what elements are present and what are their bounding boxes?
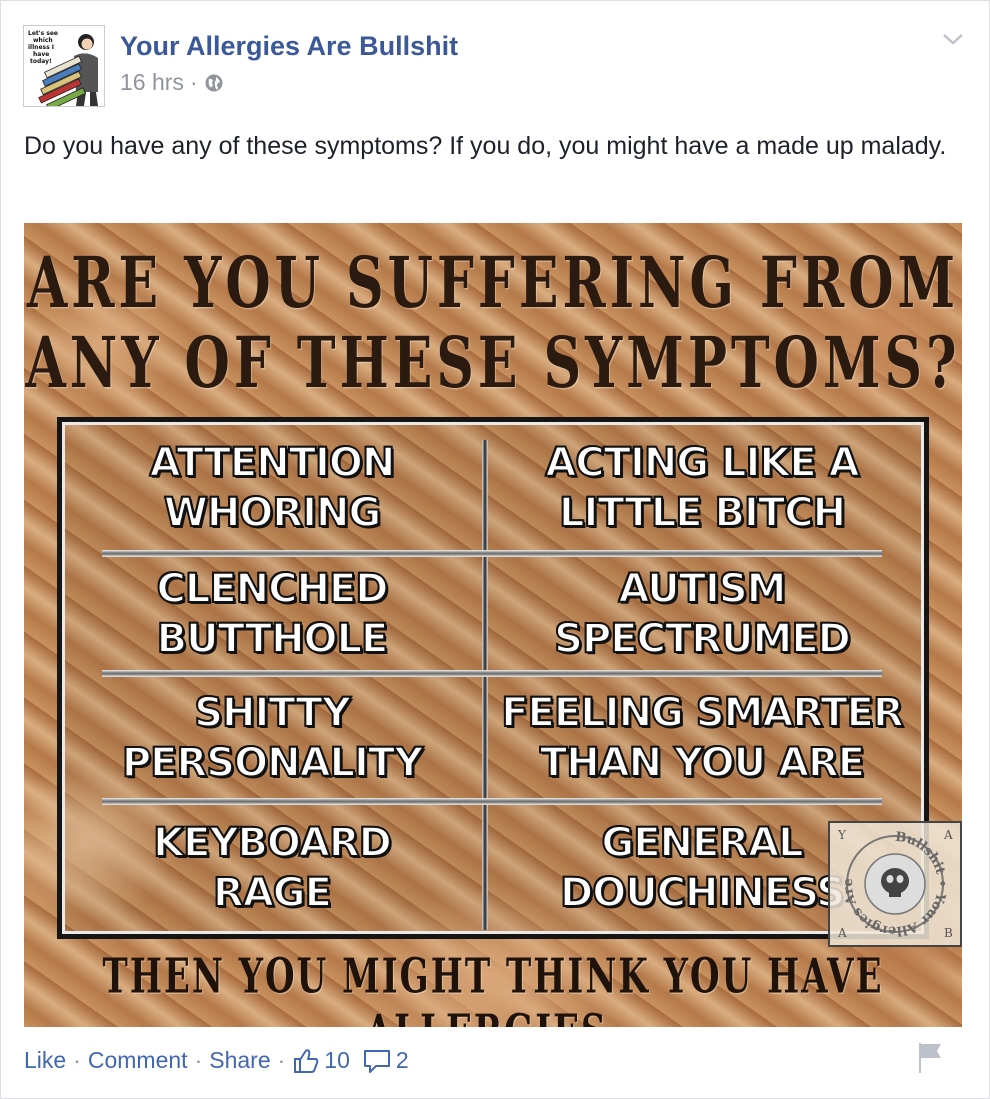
meme-headline-line1: ARE YOU SUFFERING FROM [26,242,960,325]
news-feed-post: Let's see which illness I have today! Yo… [0,0,990,1099]
post-message: Do you have any of these symptoms? If yo… [24,132,947,160]
symptom-cell: AUTISM SPECTRUMED [553,565,852,663]
avatar-caption-5: today! [30,58,52,65]
action-separator: · [194,1047,203,1073]
comment-count[interactable]: 2 [396,1047,409,1074]
like-link[interactable]: Like [24,1047,66,1074]
symptom-grid: ATTENTION WHORING ACTING LIKE A LITTLE B… [57,417,929,939]
symptom-cell: CLENCHED BUTTHOLE [155,565,389,663]
like-count[interactable]: 10 [324,1047,350,1074]
comment-link[interactable]: Comment [88,1047,188,1074]
globe-icon[interactable] [204,73,224,93]
symptom-cell: ATTENTION WHORING [149,439,397,537]
avatar-image: Let's see which illness I have today! [24,26,104,106]
svg-text:Y: Y [837,828,847,842]
post-actions: Like · Comment · Share · 10 2 [24,1047,409,1074]
thumbs-up-icon[interactable] [292,1048,320,1074]
avatar-caption-4: have [33,51,49,58]
symptom-cell: KEYBOARD RAGE [152,819,393,917]
grid-divider-vertical [482,440,488,930]
grid-divider-horizontal [102,798,882,805]
post-meta: 16 hrs · [120,69,224,96]
page-name-link[interactable]: Your Allergies Are Bullshit [120,31,458,62]
chevron-down-icon[interactable] [941,29,965,49]
meme-headline-line2: ANY OF THESE SYMPTOMS? [25,322,961,405]
action-separator: · [277,1047,286,1073]
avatar-caption-1: Let's see [28,30,58,37]
page-avatar[interactable]: Let's see which illness I have today! [23,25,105,107]
symptom-cell: FEELING SMARTER THAN YOU ARE [500,689,905,787]
svg-text:A: A [943,828,953,842]
svg-text:B: B [944,926,953,940]
watermark-logo: Y A A B Bullshit • Your Allergies Are [828,821,962,947]
avatar-caption-3: illness I [28,44,54,51]
grid-divider-horizontal [102,670,882,677]
avatar-caption-2: which [33,37,53,44]
flag-icon[interactable] [915,1041,945,1075]
share-link[interactable]: Share [209,1047,270,1074]
speech-bubble-icon[interactable] [362,1048,392,1074]
meme-footer: THEN YOU MIGHT THINK YOU HAVE ALLERGIES. [102,949,884,1027]
grid-divider-horizontal [102,550,882,557]
post-image[interactable]: ARE YOU SUFFERING FROM ANY OF THESE SYMP… [24,223,962,1027]
meta-separator: · [189,69,198,95]
action-separator: · [73,1047,81,1073]
post-timestamp[interactable]: 16 hrs [120,69,184,96]
symptom-cell: SHITTY PERSONALITY [121,689,424,787]
svg-text:A: A [837,926,847,940]
symptom-cell: ACTING LIKE A LITTLE BITCH [544,439,860,537]
